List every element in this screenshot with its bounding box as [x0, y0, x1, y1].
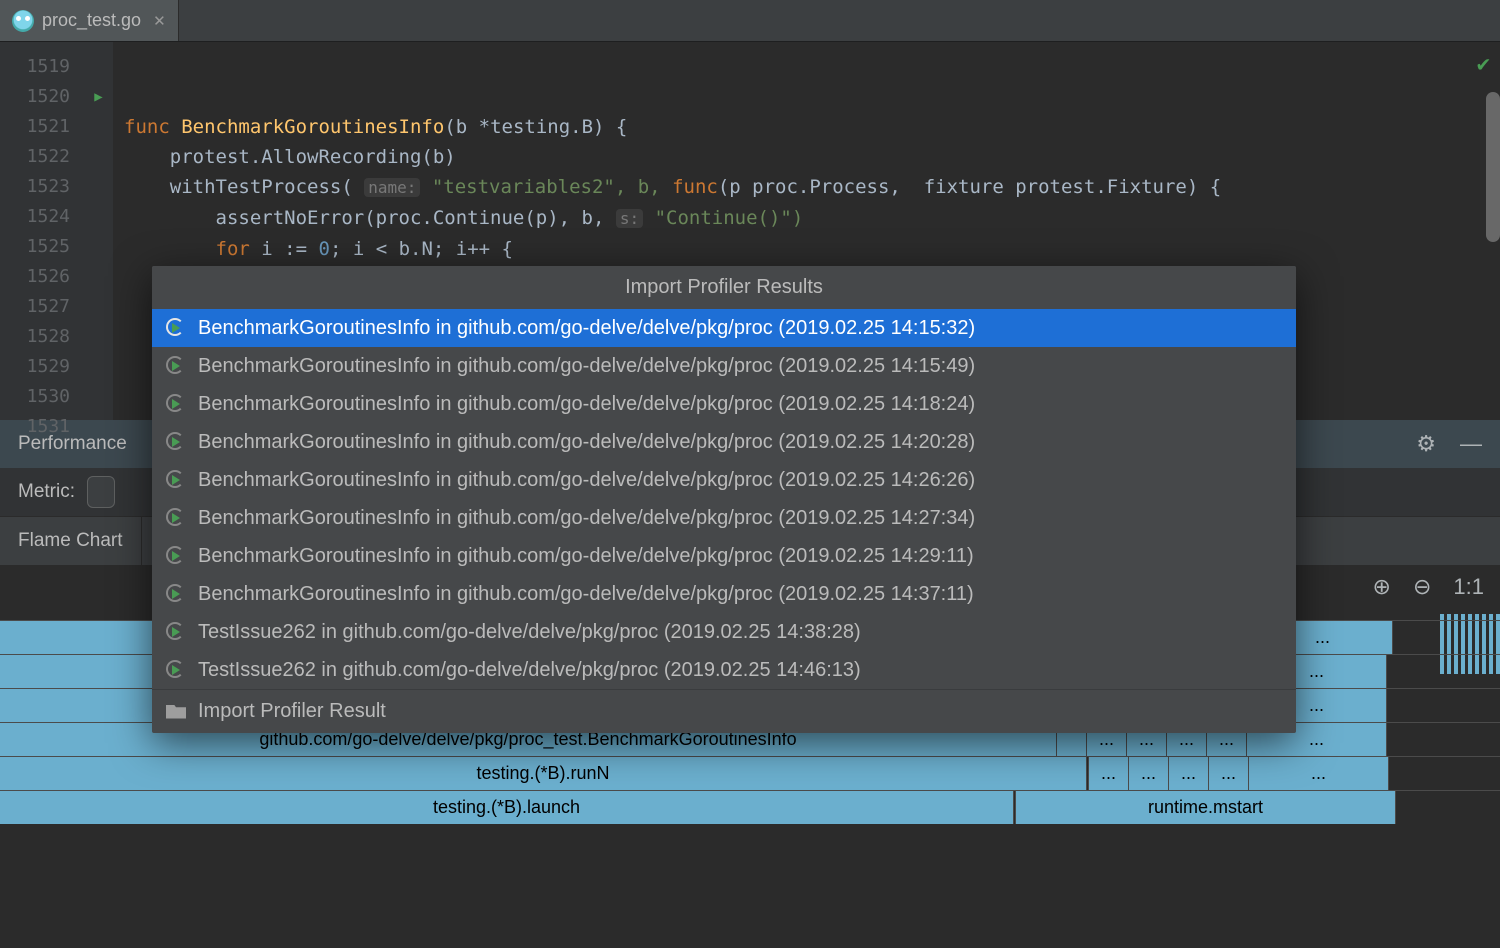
popup-item[interactable]: TestIssue262 in github.com/go-delve/delv… — [152, 613, 1296, 651]
popup-item[interactable]: BenchmarkGoroutinesInfo in github.com/go… — [152, 385, 1296, 423]
param-hint: s: — [616, 209, 643, 228]
marker-gutter: ▶ — [84, 42, 114, 420]
popup-title: Import Profiler Results — [152, 266, 1296, 309]
popup-item[interactable]: BenchmarkGoroutinesInfo in github.com/go… — [152, 575, 1296, 613]
flame-row[interactable]: testing.(*B).runN............... — [0, 756, 1500, 790]
close-icon[interactable]: ✕ — [153, 12, 166, 30]
popup-item-label: BenchmarkGoroutinesInfo in github.com/go… — [198, 507, 975, 530]
code-text: withTestProcess( — [124, 176, 364, 198]
run-profile-icon — [166, 356, 186, 376]
editor-tab[interactable]: proc_test.go ✕ — [0, 0, 179, 41]
run-profile-icon — [166, 622, 186, 642]
flame-frame[interactable]: testing.(*B).runN — [0, 757, 1087, 790]
popup-item-label: BenchmarkGoroutinesInfo in github.com/go… — [198, 469, 975, 492]
gear-icon[interactable]: ⚙ — [1416, 431, 1436, 457]
editor-scrollbar[interactable] — [1486, 92, 1500, 242]
zoom-in-icon[interactable]: ⊕ — [1373, 574, 1391, 600]
num-lit: 0 — [318, 238, 329, 260]
popup-item-label: BenchmarkGoroutinesInfo in github.com/go… — [198, 431, 975, 454]
go-file-icon — [12, 10, 34, 32]
param-hint: name: — [364, 178, 420, 197]
popup-item-label: BenchmarkGoroutinesInfo in github.com/go… — [198, 393, 975, 416]
code-text: ; i < b.N; i++ { — [330, 238, 513, 260]
run-profile-icon — [166, 318, 186, 338]
flame-frame-small[interactable]: ... — [1209, 757, 1249, 790]
zoom-reset[interactable]: 1:1 — [1453, 574, 1484, 600]
kw-func: func — [672, 176, 718, 198]
run-profile-icon — [166, 508, 186, 528]
popup-item[interactable]: BenchmarkGoroutinesInfo in github.com/go… — [152, 537, 1296, 575]
flame-frame-small[interactable]: ... — [1129, 757, 1169, 790]
popup-item[interactable]: BenchmarkGoroutinesInfo in github.com/go… — [152, 309, 1296, 347]
popup-item[interactable]: BenchmarkGoroutinesInfo in github.com/go… — [152, 347, 1296, 385]
kw-for: for — [216, 238, 250, 260]
inspection-ok-icon: ✔ — [1477, 52, 1490, 77]
minimize-icon[interactable]: — — [1460, 431, 1482, 457]
popup-item[interactable]: BenchmarkGoroutinesInfo in github.com/go… — [152, 423, 1296, 461]
code-text: (b *testing.B) { — [444, 116, 627, 138]
code-text: protest.AllowRecording(b) — [124, 146, 456, 168]
run-profile-icon — [166, 584, 186, 604]
popup-import-action[interactable]: Import Profiler Result — [152, 689, 1296, 733]
kw-func: func — [124, 116, 181, 138]
popup-footer-label: Import Profiler Result — [198, 700, 386, 723]
fn-name: BenchmarkGoroutinesInfo — [181, 116, 444, 138]
tab-flame-chart[interactable]: Flame Chart — [0, 517, 142, 565]
run-gutter-icon[interactable]: ▶ — [84, 82, 113, 112]
popup-item[interactable]: BenchmarkGoroutinesInfo in github.com/go… — [152, 461, 1296, 499]
flame-frame-small[interactable]: ... — [1089, 757, 1129, 790]
flame-frame-small[interactable]: ... — [1169, 757, 1209, 790]
popup-item-label: BenchmarkGoroutinesInfo in github.com/go… — [198, 355, 975, 378]
flame-frame-small[interactable]: ... — [1249, 757, 1389, 790]
popup-item-label: TestIssue262 in github.com/go-delve/delv… — [198, 621, 861, 644]
popup-item-label: TestIssue262 in github.com/go-delve/delv… — [198, 659, 861, 682]
flame-frame[interactable]: testing.(*B).launch — [0, 791, 1014, 824]
metric-label: Metric: — [18, 481, 75, 503]
zoom-out-icon[interactable]: ⊖ — [1413, 574, 1431, 600]
code-text — [124, 238, 216, 260]
run-profile-icon — [166, 432, 186, 452]
metric-dropdown[interactable] — [87, 476, 115, 508]
popup-item-label: BenchmarkGoroutinesInfo in github.com/go… — [198, 545, 974, 568]
flame-toolbar: ⊕ ⊖ 1:1 — [1373, 574, 1484, 600]
flame-frame[interactable]: runtime.mstart — [1016, 791, 1396, 824]
popup-item-label: BenchmarkGoroutinesInfo in github.com/go… — [198, 583, 974, 606]
flame-row[interactable]: testing.(*B).launchruntime.mstart — [0, 790, 1500, 824]
line-number-gutter: 1519152015211522152315241525152615271528… — [0, 42, 84, 420]
popup-item[interactable]: TestIssue262 in github.com/go-delve/delv… — [152, 651, 1296, 689]
string-lit: "testvariables2", b, — [420, 176, 672, 198]
tab-filename: proc_test.go — [42, 10, 141, 31]
run-profile-icon — [166, 546, 186, 566]
editor-tabbar: proc_test.go ✕ — [0, 0, 1500, 42]
code-text: i := — [250, 238, 319, 260]
run-profile-icon — [166, 660, 186, 680]
popup-item-label: BenchmarkGoroutinesInfo in github.com/go… — [198, 317, 975, 340]
code-text: (p proc.Process, fixture protest.Fixture… — [718, 176, 1221, 198]
folder-icon — [166, 705, 186, 719]
import-profiler-popup: Import Profiler Results BenchmarkGorouti… — [152, 266, 1296, 733]
popup-item[interactable]: BenchmarkGoroutinesInfo in github.com/go… — [152, 499, 1296, 537]
run-profile-icon — [166, 470, 186, 490]
string-lit: "Continue()") — [643, 207, 803, 229]
code-text: assertNoError(proc.Continue(p), b, — [124, 207, 616, 229]
run-profile-icon — [166, 394, 186, 414]
